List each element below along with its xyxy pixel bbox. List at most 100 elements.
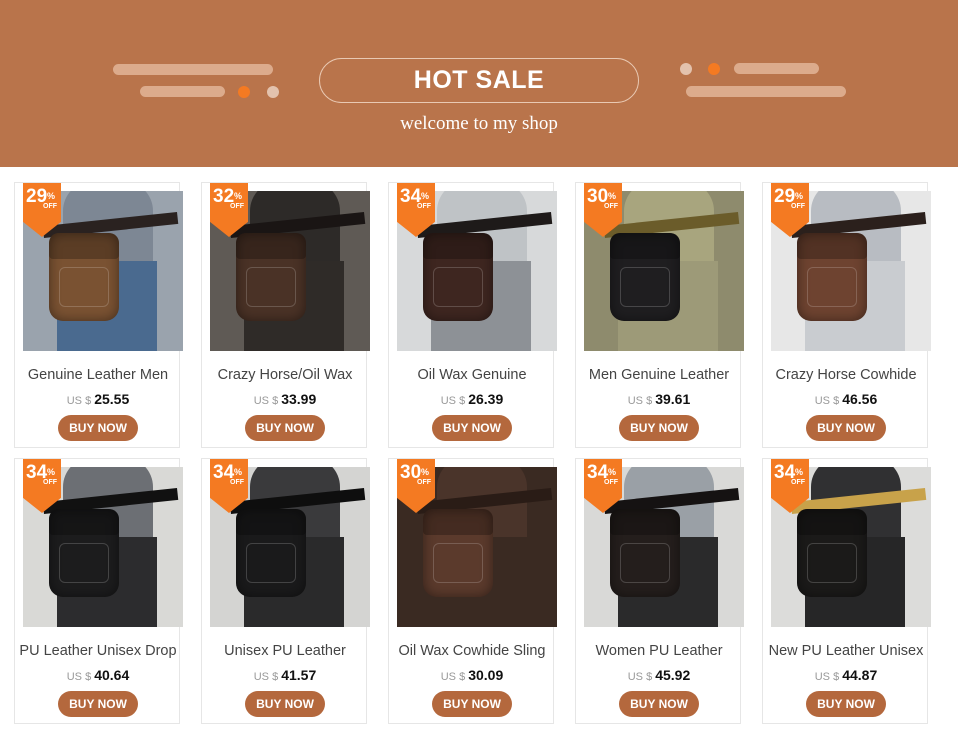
product-card[interactable]: 29 % OFF Genuine Leather Men US $25.55 B… <box>14 182 183 448</box>
product-price: US $26.39 <box>389 391 555 409</box>
discount-percent-sign: % <box>795 467 804 477</box>
price-currency: US $ <box>253 671 279 683</box>
product-price: US $45.92 <box>576 667 742 685</box>
buy-now-button[interactable]: BUY NOW <box>619 415 699 441</box>
discount-percent-sign: % <box>47 467 56 477</box>
decor-dot <box>680 63 692 75</box>
product-price: US $41.57 <box>202 667 368 685</box>
product-price: US $40.64 <box>15 667 181 685</box>
product-price: US $39.61 <box>576 391 742 409</box>
price-currency: US $ <box>814 395 840 407</box>
discount-off-label: OFF <box>604 479 618 486</box>
decor-pill <box>686 86 846 97</box>
price-currency: US $ <box>627 671 653 683</box>
discount-off-label: OFF <box>791 479 805 486</box>
product-card[interactable]: 29 % OFF Crazy Horse Cowhide US $46.56 B… <box>762 182 931 448</box>
discount-badge: 34 % OFF <box>397 183 435 237</box>
discount-off-label: OFF <box>230 203 244 210</box>
buy-now-button[interactable]: BUY NOW <box>619 691 699 717</box>
product-title[interactable]: Crazy Horse Cowhide <box>763 367 929 383</box>
product-title[interactable]: Unisex PU Leather <box>202 643 368 659</box>
discount-badge: 34 % OFF <box>584 459 622 513</box>
discount-off-label: OFF <box>43 479 57 486</box>
product-price: US $44.87 <box>763 667 929 685</box>
price-value: 30.09 <box>468 667 504 683</box>
price-value: 25.55 <box>94 391 130 407</box>
price-currency: US $ <box>440 671 466 683</box>
welcome-subtitle: welcome to my shop <box>400 113 558 134</box>
decor-dot <box>708 63 720 75</box>
buy-now-button[interactable]: BUY NOW <box>58 415 138 441</box>
product-price: US $33.99 <box>202 391 368 409</box>
product-title[interactable]: Oil Wax Cowhide Sling <box>389 643 555 659</box>
product-card[interactable]: 34 % OFF Unisex PU Leather US $41.57 BUY… <box>201 458 370 724</box>
discount-badge: 30 % OFF <box>584 183 622 237</box>
product-title[interactable]: Genuine Leather Men <box>15 367 181 383</box>
decor-pill <box>113 64 273 75</box>
discount-off-label: OFF <box>417 203 431 210</box>
buy-now-button[interactable]: BUY NOW <box>58 691 138 717</box>
product-card[interactable]: 34 % OFF PU Leather Unisex Drop US $40.6… <box>14 458 183 724</box>
price-currency: US $ <box>440 395 466 407</box>
discount-off-label: OFF <box>791 203 805 210</box>
buy-now-button[interactable]: BUY NOW <box>432 691 512 717</box>
price-value: 41.57 <box>281 667 317 683</box>
price-value: 46.56 <box>842 391 878 407</box>
discount-badge: 34 % OFF <box>23 459 61 513</box>
price-currency: US $ <box>66 395 92 407</box>
discount-badge: 32 % OFF <box>210 183 248 237</box>
product-title[interactable]: Oil Wax Genuine <box>389 367 555 383</box>
price-value: 26.39 <box>468 391 504 407</box>
product-title[interactable]: Crazy Horse/Oil Wax <box>202 367 368 383</box>
discount-badge: 34 % OFF <box>210 459 248 513</box>
price-currency: US $ <box>627 395 653 407</box>
product-card[interactable]: 30 % OFF Oil Wax Cowhide Sling US $30.09… <box>388 458 557 724</box>
product-price: US $30.09 <box>389 667 555 685</box>
discount-badge: 29 % OFF <box>771 183 809 237</box>
decor-dot <box>238 86 250 98</box>
decor-pill <box>734 63 819 74</box>
product-price: US $46.56 <box>763 391 929 409</box>
buy-now-button[interactable]: BUY NOW <box>245 691 325 717</box>
product-title[interactable]: Men Genuine Leather <box>576 367 742 383</box>
decor-dot <box>267 86 279 98</box>
discount-percent-sign: % <box>795 191 804 201</box>
product-title[interactable]: PU Leather Unisex Drop <box>15 643 181 659</box>
product-card[interactable]: 34 % OFF Women PU Leather US $45.92 BUY … <box>575 458 744 724</box>
product-price: US $25.55 <box>15 391 181 409</box>
price-value: 44.87 <box>842 667 878 683</box>
product-card[interactable]: 30 % OFF Men Genuine Leather US $39.61 B… <box>575 182 744 448</box>
discount-off-label: OFF <box>604 203 618 210</box>
discount-off-label: OFF <box>417 479 431 486</box>
product-card[interactable]: 34 % OFF New PU Leather Unisex US $44.87… <box>762 458 931 724</box>
buy-now-button[interactable]: BUY NOW <box>432 415 512 441</box>
discount-badge: 29 % OFF <box>23 183 61 237</box>
price-value: 33.99 <box>281 391 317 407</box>
hot-sale-title-box: HOT SALE <box>319 58 639 103</box>
buy-now-button[interactable]: BUY NOW <box>245 415 325 441</box>
price-value: 45.92 <box>655 667 691 683</box>
discount-off-label: OFF <box>230 479 244 486</box>
price-currency: US $ <box>814 671 840 683</box>
discount-percent-sign: % <box>608 191 617 201</box>
discount-percent-sign: % <box>47 191 56 201</box>
price-currency: US $ <box>253 395 279 407</box>
product-title[interactable]: New PU Leather Unisex <box>763 643 929 659</box>
price-currency: US $ <box>66 671 92 683</box>
buy-now-button[interactable]: BUY NOW <box>806 415 886 441</box>
discount-badge: 30 % OFF <box>397 459 435 513</box>
discount-percent-sign: % <box>234 467 243 477</box>
discount-percent-sign: % <box>608 467 617 477</box>
product-title[interactable]: Women PU Leather <box>576 643 742 659</box>
decor-pill <box>140 86 225 97</box>
price-value: 40.64 <box>94 667 130 683</box>
hot-sale-banner: HOT SALE welcome to my shop <box>0 0 958 167</box>
discount-percent-sign: % <box>421 191 430 201</box>
discount-off-label: OFF <box>43 203 57 210</box>
buy-now-button[interactable]: BUY NOW <box>806 691 886 717</box>
hot-sale-title: HOT SALE <box>413 66 545 94</box>
price-value: 39.61 <box>655 391 691 407</box>
product-card[interactable]: 32 % OFF Crazy Horse/Oil Wax US $33.99 B… <box>201 182 370 448</box>
discount-percent-sign: % <box>421 467 430 477</box>
product-card[interactable]: 34 % OFF Oil Wax Genuine US $26.39 BUY N… <box>388 182 557 448</box>
